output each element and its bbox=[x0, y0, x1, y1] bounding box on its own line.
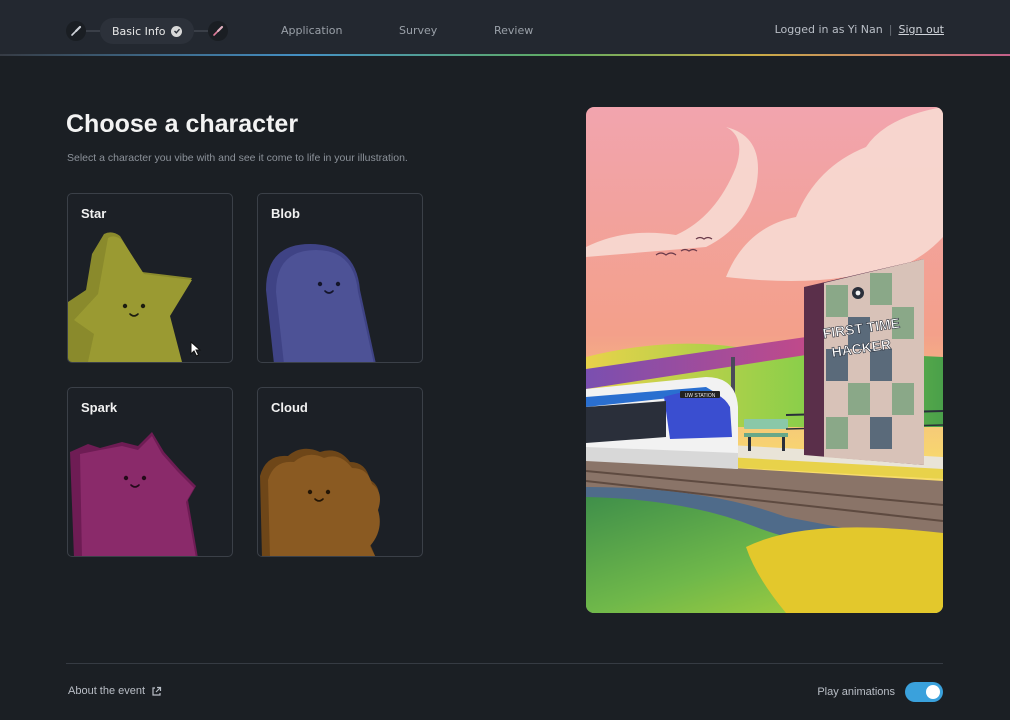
character-illustration: UW STATION FIRST TIME HACKER bbox=[586, 107, 943, 613]
character-card-cloud[interactable]: Cloud bbox=[257, 387, 423, 557]
step-application[interactable]: Application bbox=[281, 24, 342, 37]
external-link-icon bbox=[152, 686, 162, 696]
footer-divider bbox=[66, 663, 943, 664]
character-card-label: Cloud bbox=[271, 400, 308, 415]
character-card-label: Blob bbox=[271, 206, 300, 221]
play-animations-label: Play animations bbox=[817, 686, 895, 698]
progress-stepper: Basic Info bbox=[66, 18, 229, 44]
character-card-label: Star bbox=[81, 206, 107, 221]
step-survey[interactable]: Survey bbox=[399, 24, 437, 37]
user-separator: | bbox=[888, 23, 893, 36]
user-info: Logged in as Yi Nan | Sign out bbox=[775, 23, 944, 36]
character-card-spark[interactable]: Spark bbox=[67, 387, 233, 557]
about-event-link[interactable]: About the event bbox=[68, 685, 162, 697]
station-scene-illustration: UW STATION FIRST TIME HACKER bbox=[586, 107, 943, 613]
logged-in-text: Logged in as Yi Nan bbox=[774, 23, 883, 36]
step-basic-info[interactable]: Basic Info bbox=[100, 18, 195, 44]
character-card-star[interactable]: Star bbox=[67, 193, 233, 363]
character-card-label: Spark bbox=[81, 400, 118, 415]
paintbrush-icon bbox=[213, 25, 224, 36]
check-icon bbox=[171, 25, 183, 37]
step-connector bbox=[86, 30, 100, 32]
top-navigation-bar: Basic Info Application Survey Review Log… bbox=[0, 0, 1010, 56]
step-review[interactable]: Review bbox=[494, 24, 533, 37]
page-subtitle: Select a character you vibe with and see… bbox=[67, 152, 408, 164]
mouse-cursor-icon bbox=[190, 341, 202, 357]
step-brush-icon-right[interactable] bbox=[208, 21, 229, 41]
play-animations-toggle[interactable] bbox=[905, 682, 943, 702]
brush-icon bbox=[71, 25, 82, 36]
header-accent-line bbox=[0, 54, 1010, 56]
step-basic-info-label: Basic Info bbox=[112, 24, 166, 38]
step-connector bbox=[194, 30, 209, 32]
play-animations-control: Play animations bbox=[817, 682, 943, 702]
about-event-label: About the event bbox=[68, 685, 146, 697]
toggle-knob bbox=[926, 685, 940, 699]
train-display-text: UW STATION bbox=[685, 393, 716, 399]
character-card-blob[interactable]: Blob bbox=[257, 193, 423, 363]
page-title: Choose a character bbox=[66, 110, 299, 138]
sign-out-link[interactable]: Sign out bbox=[898, 23, 944, 36]
step-brush-icon-left[interactable] bbox=[66, 21, 86, 41]
